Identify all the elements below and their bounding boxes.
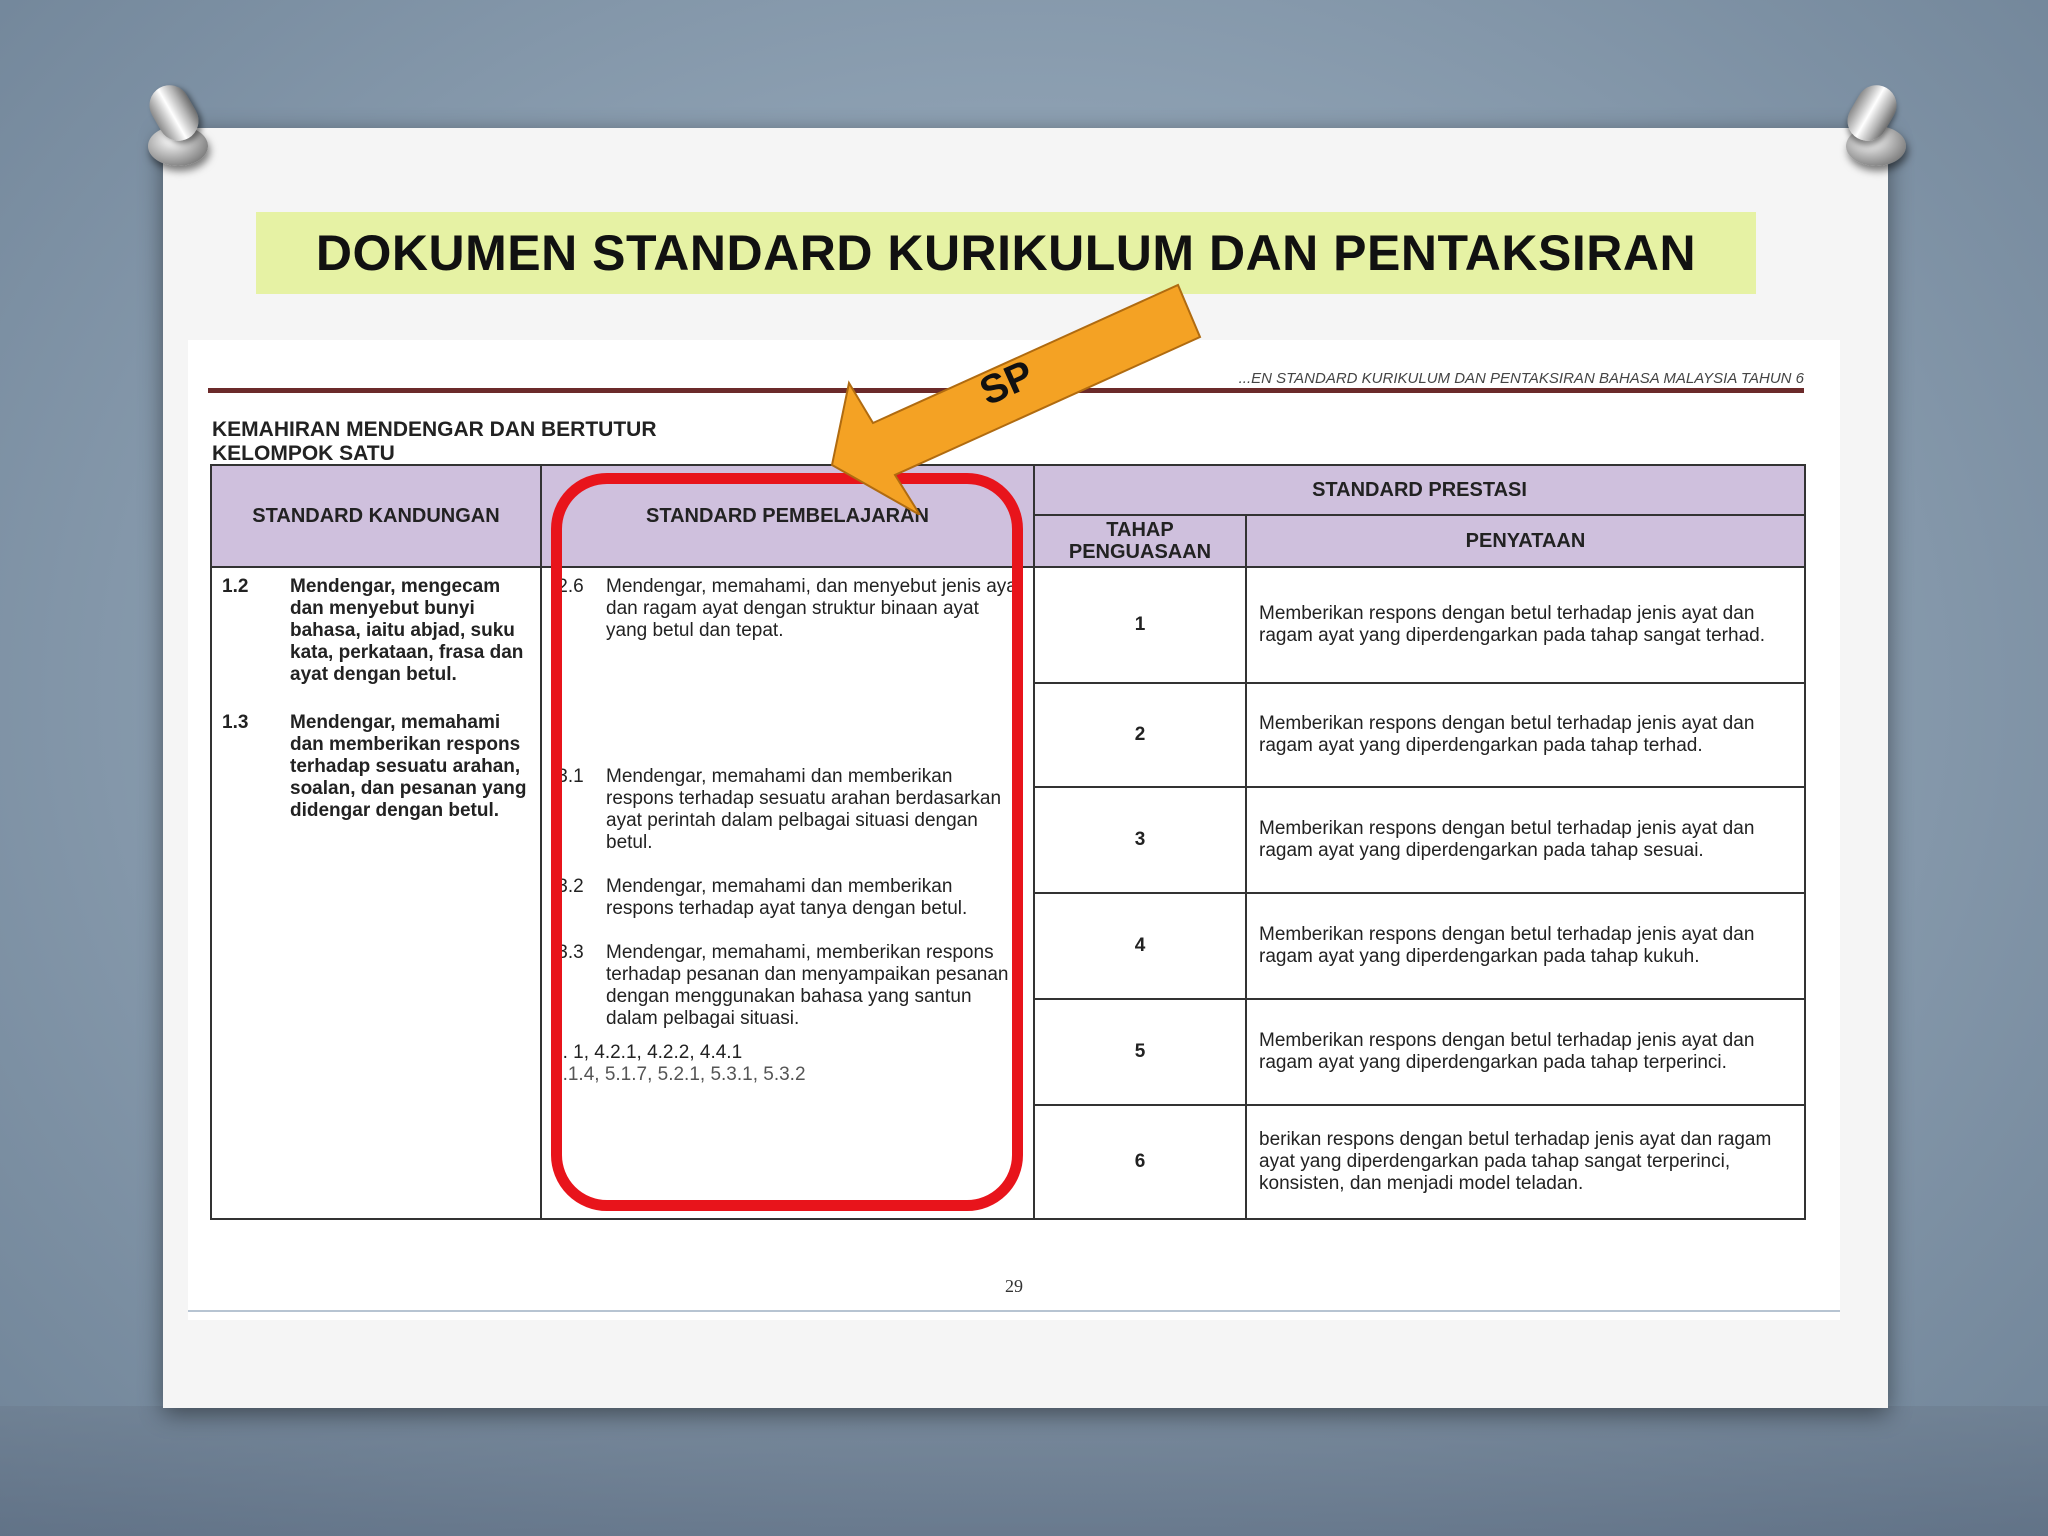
section-subtitle-line: KELOMPOK SATU <box>212 442 395 465</box>
col-header-tahap-penguasaan: TAHAP PENGUASAAN <box>1033 514 1247 568</box>
document-header: ...EN STANDARD KURIKULUM DAN PENTAKSIRAN… <box>1238 370 1804 387</box>
page-bottom-line <box>188 1310 1840 1312</box>
tahap-cell: 6 <box>1033 1104 1247 1220</box>
background-bottom-band <box>0 1406 2048 1536</box>
sk-text: Mendengar, memahami dan memberikan respo… <box>290 712 527 821</box>
tahap-cell: 1 <box>1033 566 1247 684</box>
penyataan-cell: Memberikan respons dengan betul terhadap… <box>1244 892 1807 1000</box>
tahap-cell: 4 <box>1033 892 1247 1000</box>
sk-code: 1.2 <box>222 576 249 597</box>
col-header-penyataan: PENYATAAN <box>1244 514 1807 568</box>
highlight-box <box>551 473 1023 1211</box>
penyataan-cell: berikan respons dengan betul terhadap je… <box>1244 1104 1807 1220</box>
sk-item: 1.2 Mendengar, mengecam dan menyebut bun… <box>222 576 530 686</box>
sk-text: Mendengar, mengecam dan menyebut bunyi b… <box>290 576 524 685</box>
col-header-standard-kandungan: STANDARD KANDUNGAN <box>210 464 542 568</box>
tahap-cell: 3 <box>1033 786 1247 894</box>
pushpin-icon <box>1838 77 1910 176</box>
section-title: KEMAHIRAN MENDENGAR DAN BERTUTUR KELOMPO… <box>212 418 657 466</box>
section-title-line: KEMAHIRAN MENDENGAR DAN BERTUTUR <box>212 418 657 441</box>
penyataan-cell: Memberikan respons dengan betul terhadap… <box>1244 566 1807 684</box>
pushpin-icon <box>140 77 212 176</box>
penyataan-cell: Memberikan respons dengan betul terhadap… <box>1244 786 1807 894</box>
pointer-arrow-icon: SP <box>830 283 1202 515</box>
sk-item: 1.3 Mendengar, memahami dan memberikan r… <box>222 712 530 822</box>
tahap-cell: 5 <box>1033 998 1247 1106</box>
standard-kandungan-cell: 1.2 Mendengar, mengecam dan menyebut bun… <box>210 566 542 1220</box>
page-number: 29 <box>1005 1276 1023 1296</box>
sk-code: 1.3 <box>222 712 249 733</box>
tahap-cell: 2 <box>1033 682 1247 788</box>
penyataan-cell: Memberikan respons dengan betul terhadap… <box>1244 998 1807 1106</box>
penyataan-cell: Memberikan respons dengan betul terhadap… <box>1244 682 1807 788</box>
